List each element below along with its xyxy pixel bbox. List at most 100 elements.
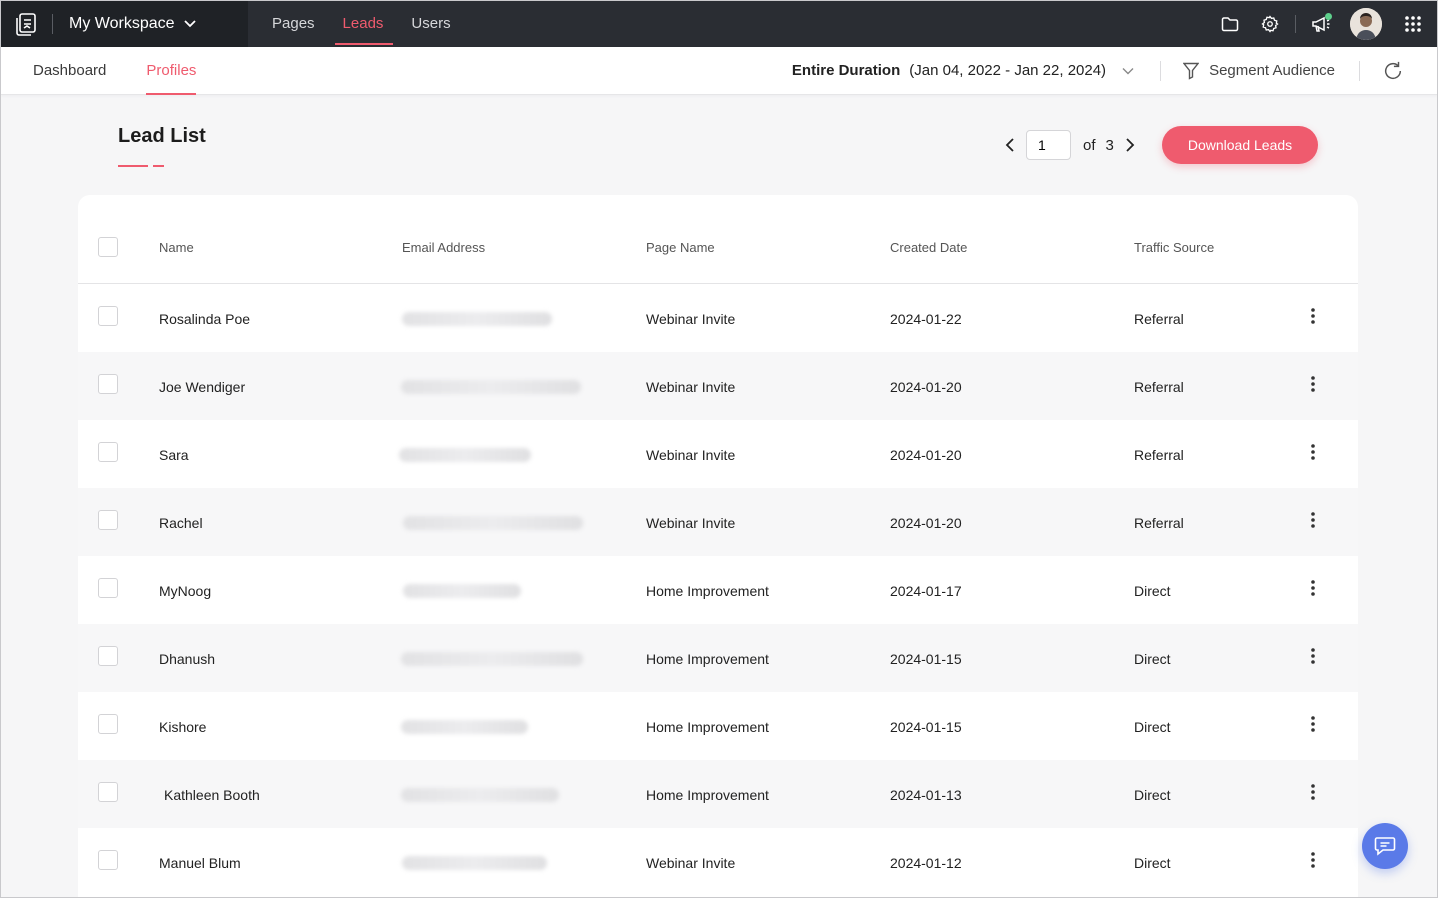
table-header: Name Email Address Page Name Created Dat… (78, 195, 1358, 284)
lead-created-date: 2024-01-20 (890, 515, 962, 531)
megaphone-icon[interactable] (1310, 12, 1332, 35)
workspace-name[interactable]: My Workspace (69, 15, 175, 33)
column-header-name[interactable]: Name (159, 240, 194, 255)
subbar-separator (1359, 60, 1360, 81)
lead-page-name: Webinar Invite (646, 311, 736, 327)
top-bar: My Workspace Pages Leads Users (0, 0, 1438, 47)
lead-page-name: Webinar Invite (646, 379, 736, 395)
more-options-icon[interactable] (1306, 577, 1320, 599)
folder-icon[interactable] (1219, 13, 1241, 35)
lead-traffic-source: Referral (1134, 447, 1184, 463)
page-number-input[interactable] (1026, 130, 1071, 160)
tab-users[interactable]: Users (401, 0, 468, 47)
lead-traffic-source: Direct (1134, 651, 1171, 667)
pager-of-label: of (1083, 136, 1096, 154)
column-header-email[interactable]: Email Address (402, 240, 485, 255)
apps-grid-icon[interactable] (1402, 13, 1424, 35)
row-checkbox[interactable] (98, 510, 118, 530)
table-row[interactable]: Manuel Blum Webinar Invite 2024-01-12 Direc… (78, 828, 1358, 896)
pagination: of 3 (1000, 130, 1140, 160)
table-row[interactable]: Kishore Home Improvement 2024-01-15 Direct (78, 692, 1358, 760)
lead-name[interactable]: Joe Wendiger (159, 379, 245, 395)
lead-created-date: 2024-01-22 (890, 311, 962, 327)
title-underline (118, 165, 164, 167)
row-checkbox[interactable] (98, 646, 118, 666)
table-row[interactable]: MyNoog Home Improvement 2024-01-17 Direct (78, 556, 1358, 624)
chevron-right-icon[interactable] (1120, 135, 1140, 155)
lead-created-date: 2024-01-15 (890, 651, 962, 667)
lead-name[interactable]: MyNoog (159, 583, 211, 599)
table-row[interactable]: Joe Wendiger Webinar Invite 2024-01-20 Refe… (78, 352, 1358, 420)
chat-support-button[interactable] (1362, 823, 1408, 869)
tab-profiles[interactable]: Profiles (146, 47, 197, 95)
lead-created-date: 2024-01-15 (890, 719, 962, 735)
lead-name[interactable]: Kishore (159, 719, 206, 735)
table-row[interactable]: Rachel Webinar Invite 2024-01-20 Referral (78, 488, 1358, 556)
avatar[interactable] (1350, 7, 1382, 40)
lead-created-date: 2024-01-17 (890, 583, 962, 599)
lead-page-name: Webinar Invite (646, 447, 736, 463)
select-all-checkbox[interactable] (98, 237, 118, 257)
row-checkbox[interactable] (98, 714, 118, 734)
lead-traffic-source: Direct (1134, 787, 1171, 803)
more-options-icon[interactable] (1306, 645, 1320, 667)
lead-traffic-source: Direct (1134, 855, 1171, 871)
lead-name[interactable]: Rachel (159, 515, 203, 531)
more-options-icon[interactable] (1306, 441, 1320, 463)
segment-audience-label: Segment Audience (1209, 62, 1335, 79)
tab-pages[interactable]: Pages (262, 0, 333, 47)
chevron-down-icon[interactable] (183, 19, 197, 29)
table-row[interactable]: Dhanush Home Improvement 2024-01-15 Direct (78, 624, 1358, 692)
lead-traffic-source: Referral (1134, 515, 1184, 531)
lead-name[interactable]: Dhanush (159, 651, 215, 667)
download-leads-button[interactable]: Download Leads (1162, 126, 1318, 164)
lead-page-name: Webinar Invite (646, 515, 736, 531)
lead-page-name: Home Improvement (646, 787, 769, 803)
duration-label: Entire Duration (791, 62, 901, 79)
duration-selector[interactable]: Entire Duration (Jan 04, 2022 - Jan 22, … (792, 62, 1134, 79)
row-checkbox[interactable] (98, 374, 118, 394)
lead-traffic-source: Direct (1134, 719, 1171, 735)
row-checkbox[interactable] (98, 306, 118, 326)
refresh-icon[interactable] (1382, 60, 1404, 82)
lead-name[interactable]: Kathleen Booth (164, 787, 260, 803)
lead-created-date: 2024-01-20 (890, 379, 962, 395)
page-title: Lead List (118, 125, 206, 147)
row-checkbox[interactable] (98, 782, 118, 802)
chat-icon (1374, 836, 1396, 856)
column-header-page[interactable]: Page Name (646, 240, 715, 255)
more-options-icon[interactable] (1306, 713, 1320, 735)
lead-name[interactable]: Manuel Blum (159, 855, 241, 871)
row-checkbox[interactable] (98, 850, 118, 870)
gear-icon[interactable] (1259, 13, 1281, 35)
email-redacted (401, 652, 583, 666)
chevron-down-icon[interactable] (1122, 67, 1134, 75)
tab-leads[interactable]: Leads (333, 0, 402, 47)
lead-name[interactable]: Sara (159, 447, 189, 463)
sub-nav-bar: Dashboard Profiles Entire Duration (Jan … (0, 47, 1438, 95)
app-logo-icon (14, 12, 38, 36)
email-redacted (402, 312, 552, 326)
more-options-icon[interactable] (1306, 305, 1320, 327)
lead-name[interactable]: Rosalinda Poe (159, 311, 250, 327)
column-header-source[interactable]: Traffic Source (1134, 240, 1214, 255)
more-options-icon[interactable] (1306, 781, 1320, 803)
lead-traffic-source: Direct (1134, 583, 1171, 599)
row-checkbox[interactable] (98, 578, 118, 598)
tab-dashboard[interactable]: Dashboard (33, 47, 106, 95)
lead-traffic-source: Referral (1134, 379, 1184, 395)
table-row[interactable]: Kathleen Booth Home Improvement 2024-01-13… (78, 760, 1358, 828)
more-options-icon[interactable] (1306, 849, 1320, 871)
column-header-created[interactable]: Created Date (890, 240, 967, 255)
email-redacted (399, 448, 531, 462)
more-options-icon[interactable] (1306, 373, 1320, 395)
table-row[interactable]: Sara Webinar Invite 2024-01-20 Referral (78, 420, 1358, 488)
row-checkbox[interactable] (98, 442, 118, 462)
email-redacted (401, 788, 559, 802)
table-row[interactable]: Rosalinda Poe Webinar Invite 2024-01-22 Ref… (78, 284, 1358, 352)
more-options-icon[interactable] (1306, 509, 1320, 531)
segment-audience-button[interactable]: Segment Audience (1183, 62, 1335, 80)
chevron-left-icon[interactable] (1000, 135, 1020, 155)
workspace-switcher[interactable]: My Workspace (0, 0, 248, 47)
email-redacted (403, 516, 583, 530)
